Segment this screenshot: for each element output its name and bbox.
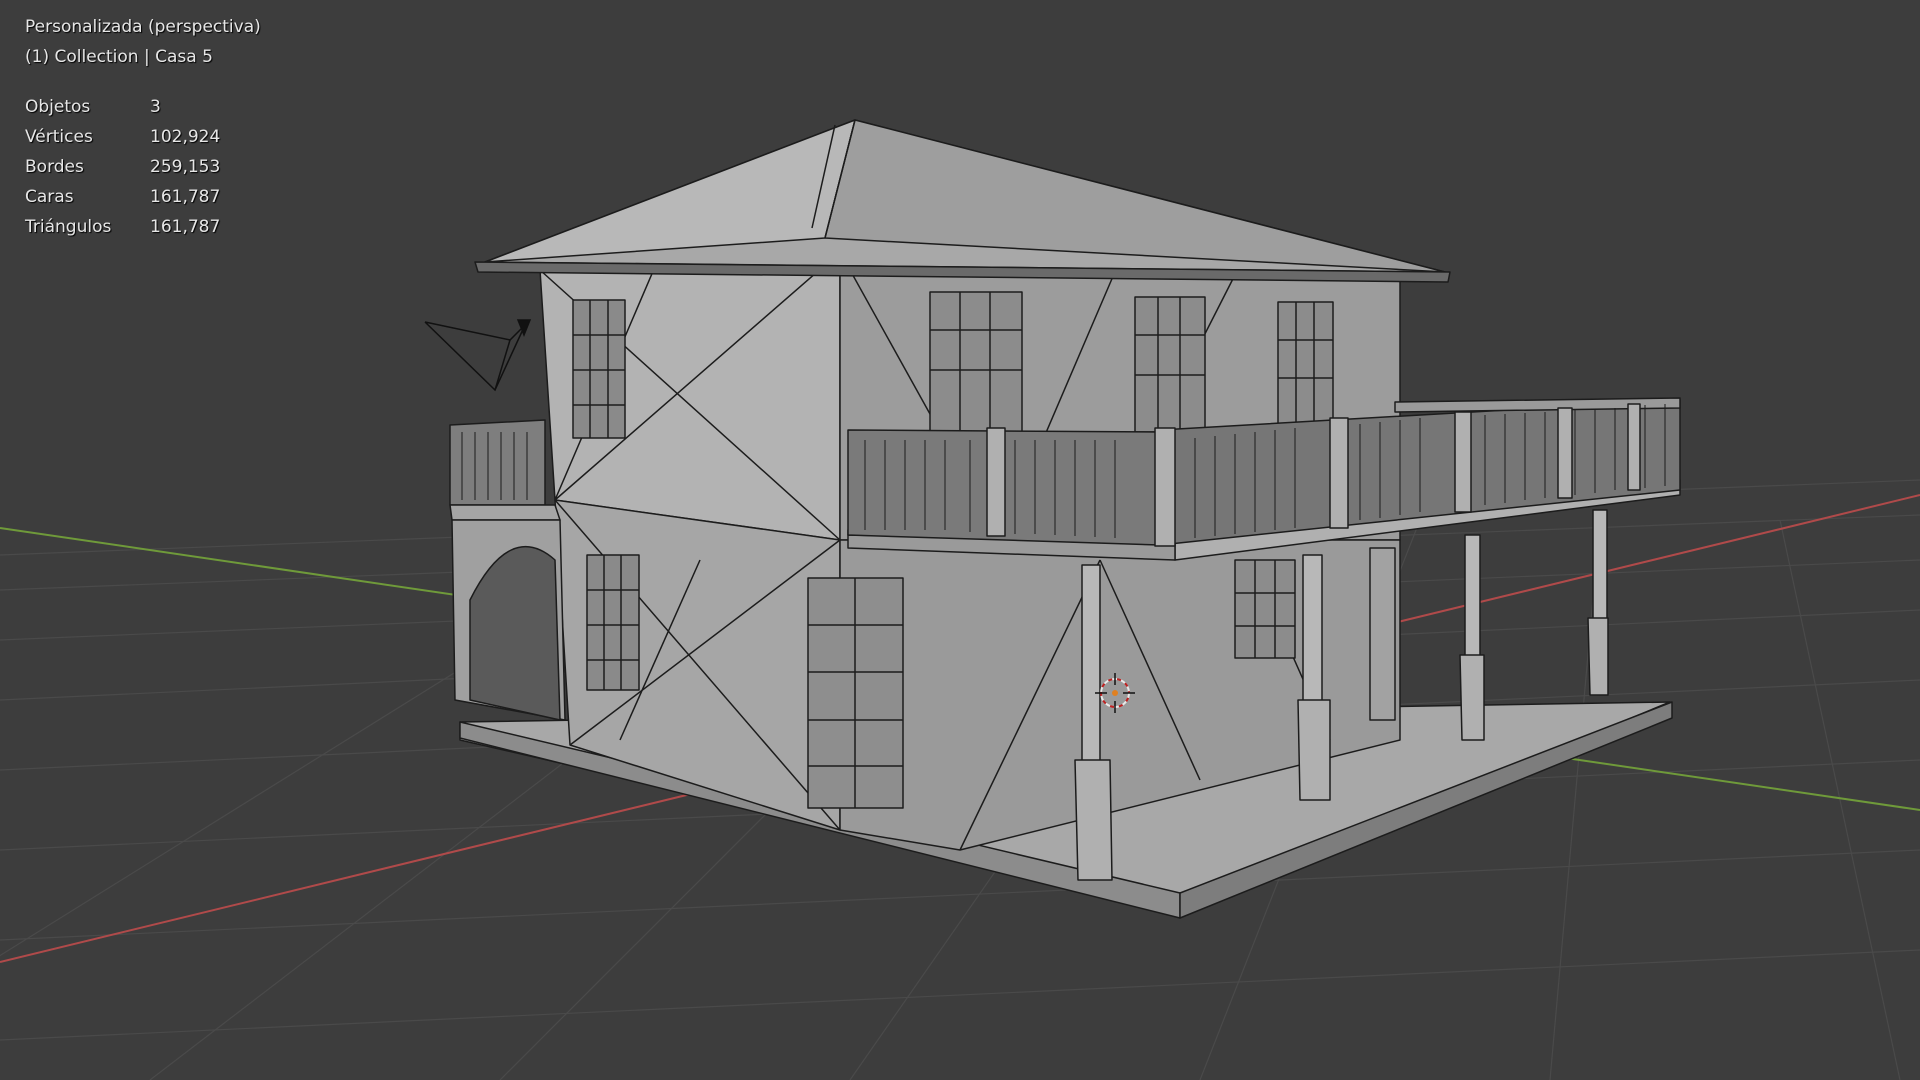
stat-value: 3 [150, 97, 161, 117]
stat-row-faces: Caras 161,787 [25, 182, 261, 212]
3d-viewport[interactable]: Personalizada (perspectiva) (1) Collecti… [0, 0, 1920, 1080]
collection-info: (1) Collection | Casa 5 [25, 47, 213, 67]
view-name: Personalizada (perspectiva) [25, 17, 261, 37]
stat-value: 161,787 [150, 187, 221, 207]
stat-row-edges: Bordes 259,153 [25, 152, 261, 182]
stat-value: 102,924 [150, 127, 221, 147]
stat-row-triangles: Triángulos 161,787 [25, 212, 261, 242]
stat-value: 161,787 [150, 217, 221, 237]
stat-value: 259,153 [150, 157, 221, 177]
viewport-text-overlay: Personalizada (perspectiva) (1) Collecti… [25, 12, 261, 242]
stat-label: Objetos [25, 97, 91, 117]
camera-object-icon[interactable] [424, 319, 532, 392]
stat-row-vertices: Vértices 102,924 [25, 122, 261, 152]
stat-row-objects: Objetos 3 [25, 92, 261, 122]
stat-label: Triángulos [25, 217, 112, 237]
stat-label: Caras [25, 187, 74, 207]
stat-label: Vértices [25, 127, 93, 147]
viewport-scene[interactable] [0, 0, 1920, 1080]
stat-label: Bordes [25, 157, 84, 177]
house-mesh[interactable] [449, 119, 1681, 919]
scene-statistics: Objetos 3 Vértices 102,924 Bordes 259,15… [25, 92, 261, 242]
